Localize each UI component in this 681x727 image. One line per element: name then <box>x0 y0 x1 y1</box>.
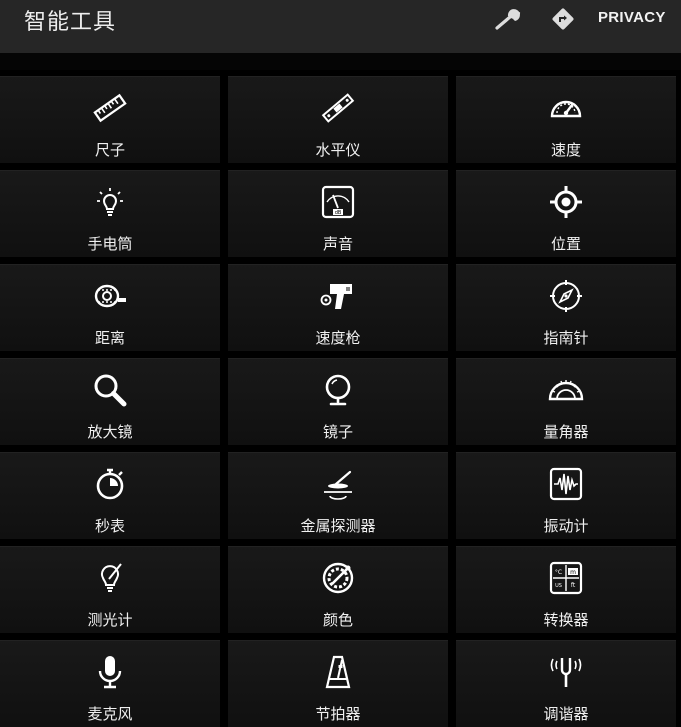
tool-tile-flashlight[interactable]: 手电筒 <box>0 170 220 257</box>
tool-tile-stopwatch[interactable]: 秒表 <box>0 452 220 539</box>
tool-tile-compass[interactable]: 指南针 <box>456 264 676 351</box>
tool-tile-magnifier[interactable]: 放大镜 <box>0 358 220 445</box>
tool-label: 速度 <box>550 141 581 159</box>
crosshair-location-icon <box>550 186 582 218</box>
tool-label: 放大镜 <box>87 423 133 441</box>
tool-tile-sound[interactable]: dB 声音 <box>228 170 448 257</box>
speed-gun-icon <box>320 284 352 309</box>
ruler-icon <box>93 93 127 123</box>
tool-label: 金属探测器 <box>300 517 376 535</box>
tool-label: 声音 <box>322 235 353 253</box>
tool-label: 水平仪 <box>315 141 361 159</box>
vibration-meter-icon <box>549 467 583 501</box>
tool-label: 尺子 <box>94 141 125 159</box>
tool-tile-light-meter[interactable]: 测光计 <box>0 546 220 633</box>
protractor-icon <box>548 380 584 401</box>
tool-label: 秒表 <box>94 517 125 535</box>
speedometer-icon <box>550 100 582 118</box>
tool-tile-location[interactable]: 位置 <box>456 170 676 257</box>
app-title: 智能工具 <box>24 10 117 35</box>
color-wheel-icon <box>322 562 354 594</box>
tool-label: 调谐器 <box>543 705 589 723</box>
tool-tile-speed-gun[interactable]: 速度枪 <box>228 264 448 351</box>
wrench-icon[interactable] <box>494 5 524 31</box>
spirit-level-icon <box>321 93 355 123</box>
svg-text:dB: dB <box>335 210 342 216</box>
tool-tile-converter[interactable]: °C m US ft 转换器 <box>456 546 676 633</box>
svg-text:m: m <box>570 569 576 576</box>
tool-tile-microphone[interactable]: 麦克风 <box>0 640 220 727</box>
tool-label: 测光计 <box>87 611 133 629</box>
tool-tile-protractor[interactable]: 量角器 <box>456 358 676 445</box>
tool-tile-speed[interactable]: 速度 <box>456 76 676 163</box>
tool-tile-metronome[interactable]: 节拍器 <box>228 640 448 727</box>
tuning-fork-icon <box>550 658 582 687</box>
unit-converter-icon: °C m US ft <box>549 561 583 595</box>
app-bar: 智能工具 PRIVACY <box>0 0 681 53</box>
tool-label: 速度枪 <box>315 329 361 347</box>
directions-icon[interactable] <box>551 7 575 31</box>
tool-label: 位置 <box>550 235 581 253</box>
tool-label: 振动计 <box>543 517 589 535</box>
tool-label: 转换器 <box>543 611 589 629</box>
microphone-icon <box>98 656 122 689</box>
tool-label: 手电筒 <box>87 235 133 253</box>
sound-meter-icon: dB <box>321 185 355 219</box>
metronome-icon <box>325 655 351 689</box>
tool-label: 颜色 <box>322 611 353 629</box>
tool-label: 镜子 <box>322 423 353 441</box>
stopwatch-icon <box>96 468 124 500</box>
tape-measure-icon <box>94 284 126 308</box>
compass-icon <box>550 280 582 312</box>
tool-label: 距离 <box>94 329 125 347</box>
tool-tile-ruler[interactable]: 尺子 <box>0 76 220 163</box>
tool-label: 麦克风 <box>87 705 133 723</box>
tool-tile-level[interactable]: 水平仪 <box>228 76 448 163</box>
tool-tile-color[interactable]: 颜色 <box>228 546 448 633</box>
metal-detector-icon <box>324 470 352 500</box>
light-meter-icon <box>101 563 122 592</box>
tool-tile-distance[interactable]: 距离 <box>0 264 220 351</box>
mirror-icon <box>325 374 351 406</box>
svg-text:°C: °C <box>555 569 562 576</box>
magnifier-icon <box>94 374 127 407</box>
tool-tile-mirror[interactable]: 镜子 <box>228 358 448 445</box>
tool-tile-tuner[interactable]: 调谐器 <box>456 640 676 727</box>
tool-tile-vibrometer[interactable]: 振动计 <box>456 452 676 539</box>
tool-label: 量角器 <box>543 423 589 441</box>
tools-grid: 尺子 水平仪 速度 手电筒 dB 声音 位置 距离 速度枪 指南针 放大镜 镜子… <box>0 76 681 727</box>
svg-text:US: US <box>555 583 562 589</box>
tool-label: 节拍器 <box>315 705 361 723</box>
svg-text:ft: ft <box>571 582 576 589</box>
tool-tile-metal-detector[interactable]: 金属探测器 <box>228 452 448 539</box>
tool-label: 指南针 <box>543 329 589 347</box>
lightbulb-icon <box>97 188 123 216</box>
privacy-button[interactable]: PRIVACY <box>598 9 666 26</box>
divider <box>0 53 681 70</box>
